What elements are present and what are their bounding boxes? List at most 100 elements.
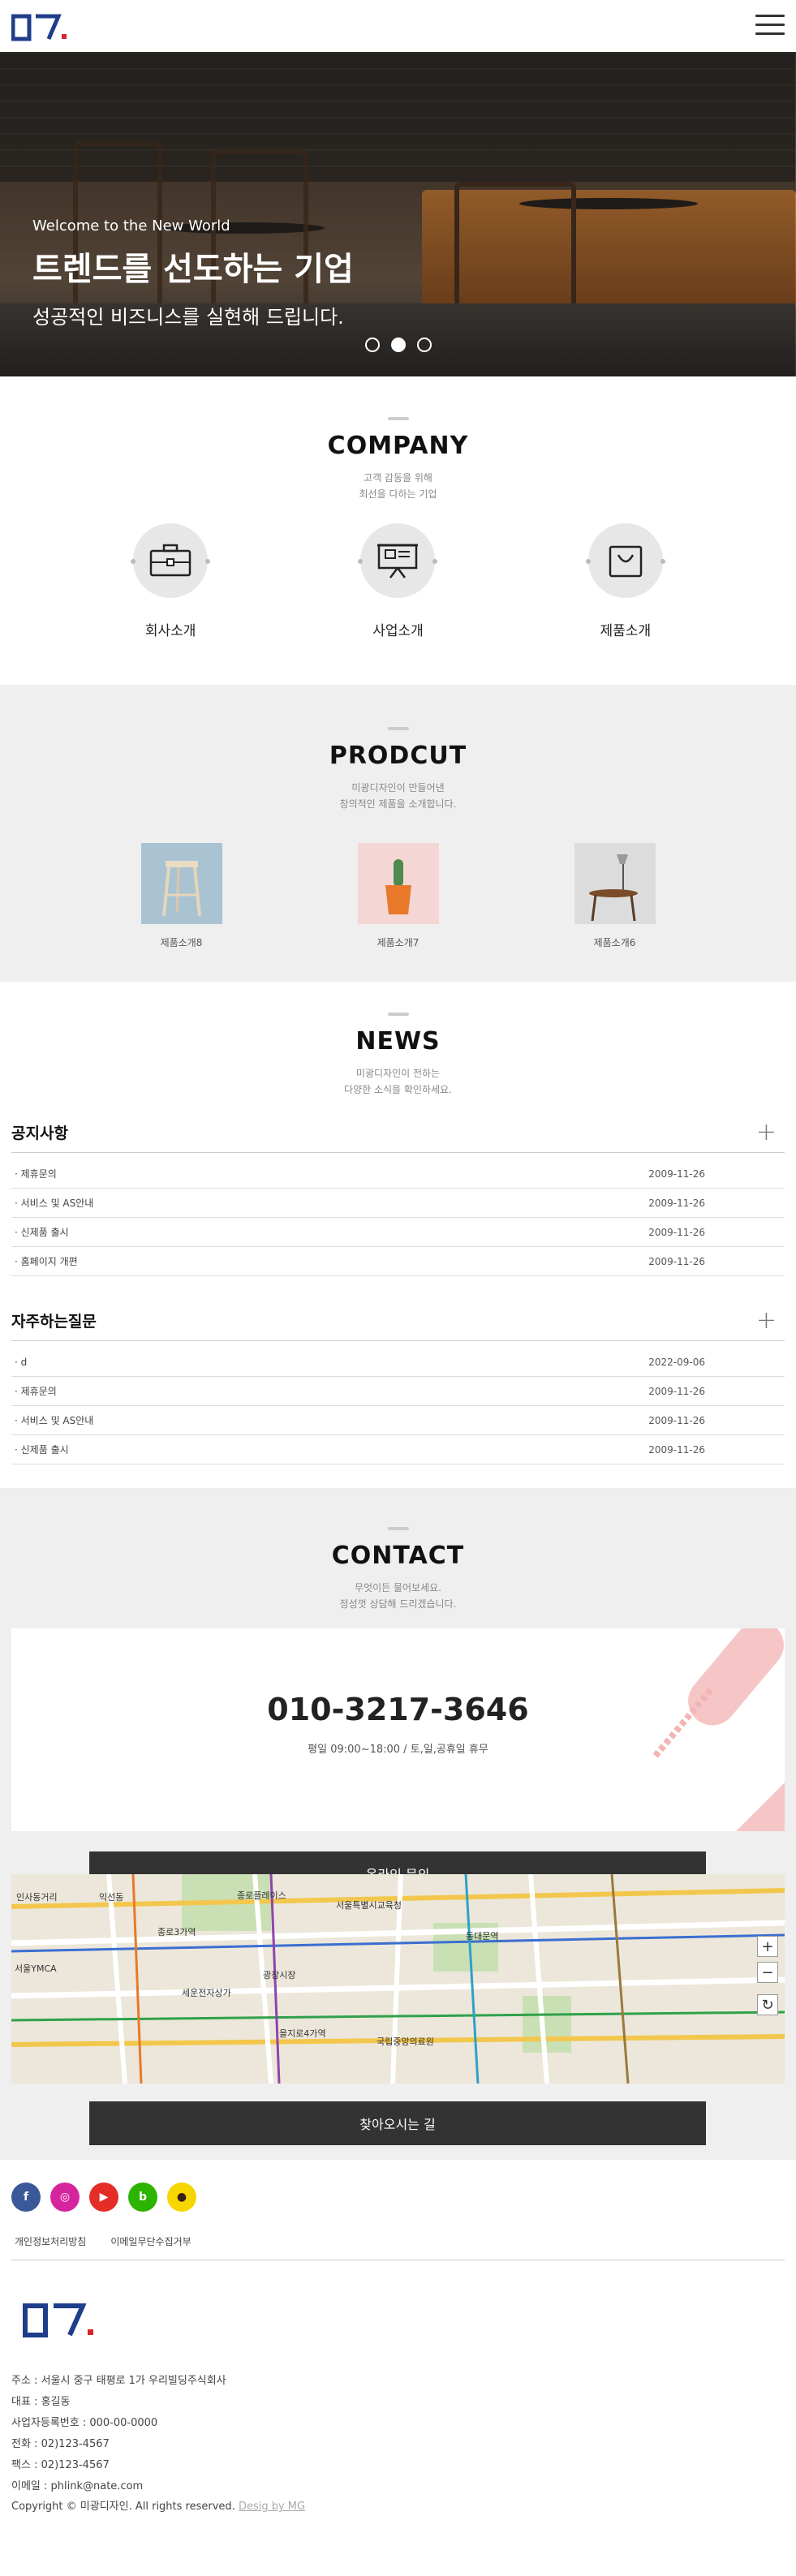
map-label: 국립중앙의료원	[376, 2036, 434, 2047]
hero-kicker: Welcome to the New World	[32, 217, 230, 234]
list-item[interactable]: · 서비스 및 AS안내 2009-11-26	[11, 1189, 785, 1218]
list-item[interactable]: · 홈페이지 개편 2009-11-26	[11, 1247, 785, 1276]
list-item-title: · 신제품 출시	[15, 1444, 69, 1456]
news-desc-line2: 다양한 소식을 확인하세요.	[344, 1084, 452, 1095]
product-title: PRODCUT	[329, 742, 467, 770]
privacy-policy-link[interactable]: 개인정보처리방침	[15, 2234, 86, 2248]
company-desc: 고객 감동을 위해 최선을 다하는 기업	[0, 470, 796, 502]
blog-icon[interactable]: b	[128, 2183, 157, 2212]
product-card[interactable]: 제품소개7	[317, 843, 480, 949]
footer-ceo: 대표 : 홍길동	[11, 2396, 71, 2408]
footer-biz-no: 사업자등록번호 : 000-00-0000	[11, 2417, 158, 2429]
list-item[interactable]: · 신제품 출시 2009-11-26	[11, 1218, 785, 1247]
slider-dot-2[interactable]	[391, 338, 406, 352]
product-label: 제품소개6	[593, 937, 636, 948]
section-divider	[387, 1013, 409, 1016]
zoom-in-icon[interactable]: +	[757, 1936, 778, 1957]
contact-desc-line2: 정성껏 상담해 드리겠습니다.	[339, 1598, 457, 1610]
map-label: 종로3가역	[157, 1927, 196, 1937]
slider-pagination	[365, 338, 432, 352]
hero-text: Welcome to the New World 트렌드를 선도하는 기업 성공…	[32, 217, 354, 329]
product-label: 제품소개8	[160, 937, 203, 948]
list-item-title: · 제휴문의	[15, 1386, 57, 1397]
hero-subtitle: 성공적인 비즈니스를 실현해 드립니다.	[32, 306, 344, 329]
email-policy-link[interactable]: 이메일무단수집거부	[110, 2234, 191, 2248]
kakaotalk-icon[interactable]: ●	[167, 2183, 196, 2212]
list-item[interactable]: · d 2022-09-06	[11, 1348, 785, 1377]
map-label: 세운전자상가	[182, 1988, 231, 1998]
site-header	[0, 0, 796, 52]
list-item-date: 2009-11-26	[648, 1226, 705, 1238]
logo-icon[interactable]	[11, 11, 70, 42]
footer-address: 주소 : 서울시 중구 태평로 1가 우리빌딩주식회사	[11, 2375, 226, 2387]
company-title: COMPANY	[327, 432, 469, 460]
list-item-date: 2009-11-26	[648, 1255, 705, 1267]
faq-board-title: 자주하는질문	[11, 1313, 97, 1331]
faq-more-icon[interactable]: +	[756, 1306, 785, 1335]
news-desc-line1: 미광디자인이 전하는	[355, 1068, 441, 1079]
presentation-board-icon	[377, 544, 419, 578]
map-label: 서울특별시교육청	[336, 1900, 402, 1911]
zoom-out-icon[interactable]: −	[757, 1962, 778, 1983]
section-divider	[387, 727, 409, 730]
list-item-date: 2009-11-26	[648, 1168, 705, 1180]
list-item-title: · d	[15, 1356, 28, 1368]
product-image-stool	[140, 843, 222, 924]
map-label: 동대문역	[466, 1931, 498, 1942]
list-item[interactable]: · 신제품 출시 2009-11-26	[11, 1435, 785, 1464]
notice-board: 공지사항 + · 제휴문의 2009-11-26 · 서비스 및 AS안내 20…	[0, 1112, 796, 1276]
notice-more-icon[interactable]: +	[756, 1118, 785, 1146]
company-item-business[interactable]: 사업소개	[316, 523, 479, 639]
map-label: 인사동거리	[16, 1892, 58, 1903]
company-desc-line1: 고객 감동을 위해	[364, 472, 432, 484]
list-item[interactable]: · 제휴문의 2009-11-26	[11, 1377, 785, 1406]
slider-dot-1[interactable]	[365, 338, 380, 352]
company-item-label: 사업소개	[372, 623, 424, 639]
slider-dot-3[interactable]	[417, 338, 432, 352]
list-item[interactable]: · 서비스 및 AS안내 2009-11-26	[11, 1406, 785, 1435]
sns-links: f ◎ ▶ b ●	[11, 2160, 785, 2223]
company-item-products[interactable]: 제품소개	[544, 523, 707, 639]
instagram-icon[interactable]: ◎	[50, 2183, 80, 2212]
list-item-date: 2009-11-26	[648, 1414, 705, 1426]
location-map[interactable]: 인사동거리 익선동 종로플레이스 서울특별시교육청 동대문역 서울YMCA 을지…	[11, 1874, 785, 2084]
list-item-date: 2009-11-26	[648, 1197, 705, 1209]
product-desc-line1: 미광디자인이 만들어낸	[351, 782, 445, 793]
list-item-date: 2009-11-26	[648, 1385, 705, 1397]
product-card[interactable]: 제품소개8	[101, 843, 263, 949]
list-item-title: · 제휴문의	[15, 1168, 57, 1180]
news-desc: 미광디자인이 전하는 다양한 소식을 확인하세요.	[0, 1065, 796, 1098]
facebook-icon[interactable]: f	[11, 2183, 41, 2212]
footer-tel: 전화 : 02)123-4567	[11, 2438, 110, 2450]
list-item-title: · 서비스 및 AS안내	[15, 1198, 94, 1209]
product-image-cactus	[357, 843, 439, 924]
map-label: 광장시장	[263, 1970, 295, 1980]
directions-button[interactable]: 찾아오시는 길	[89, 2101, 706, 2145]
designer-credit-link[interactable]: Desig by MG	[239, 2501, 305, 2513]
map-label: 을지로4가역	[279, 2028, 326, 2039]
map-label: 서울YMCA	[15, 1963, 57, 1974]
copyright-text: Copyright © 미광디자인. All rights reserved.	[11, 2501, 235, 2513]
company-section: COMPANY 고객 감동을 위해 최선을 다하는 기업 회사소개 사업소개 제…	[0, 376, 796, 685]
map-label: 익선동	[99, 1892, 123, 1903]
product-image-lamp	[574, 843, 656, 924]
list-item-title: · 홈페이지 개편	[15, 1256, 78, 1267]
list-item-date: 2022-09-06	[648, 1356, 705, 1368]
hero-slider: Welcome to the New World 트렌드를 선도하는 기업 성공…	[0, 52, 796, 376]
notice-board-header: 공지사항 +	[11, 1112, 785, 1153]
list-item-title: · 신제품 출시	[15, 1227, 69, 1238]
reset-map-icon[interactable]: ↻	[757, 1994, 778, 2015]
youtube-icon[interactable]: ▶	[89, 2183, 118, 2212]
map-label: 종로플레이스	[237, 1890, 286, 1901]
contact-phone[interactable]: 010-3217-3646	[11, 1692, 785, 1727]
hero-title: 트렌드를 선도하는 기업	[32, 251, 354, 288]
company-item-about[interactable]: 회사소개	[89, 523, 252, 639]
news-title: NEWS	[355, 1027, 441, 1056]
list-item[interactable]: · 제휴문의 2009-11-26	[11, 1159, 785, 1189]
product-card[interactable]: 제품소개6	[534, 843, 696, 949]
list-item-date: 2009-11-26	[648, 1443, 705, 1456]
company-item-label: 제품소개	[600, 623, 652, 639]
list-item-title: · 서비스 및 AS안내	[15, 1415, 94, 1426]
product-section: PRODCUT 미광디자인이 만들어낸 창의적인 제품을 소개합니다. 제품소개…	[0, 685, 796, 982]
menu-icon[interactable]	[755, 15, 785, 37]
